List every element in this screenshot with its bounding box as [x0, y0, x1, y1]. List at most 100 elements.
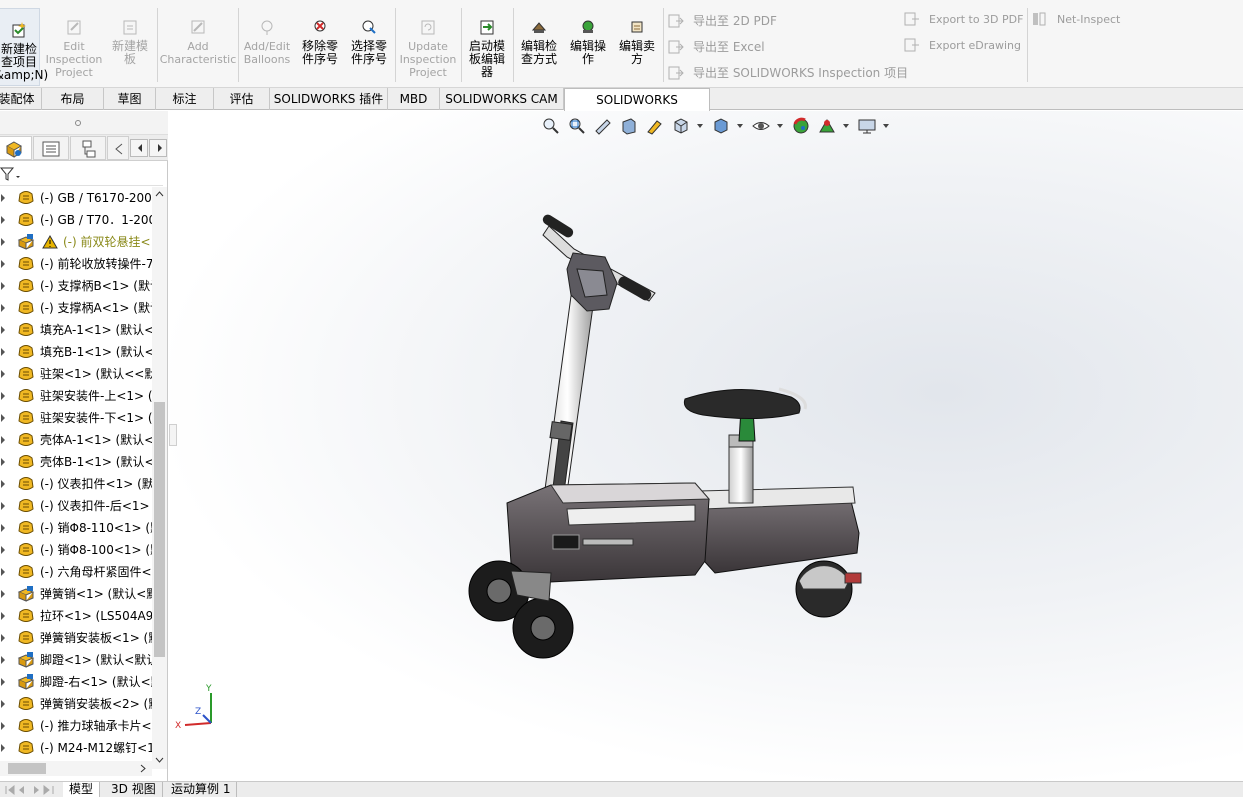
expand-arrow-icon[interactable]: [1, 304, 5, 312]
expand-arrow-icon[interactable]: [1, 546, 5, 554]
expand-arrow-icon[interactable]: [1, 612, 5, 620]
update-inspection-project-button[interactable]: Update Inspection Project: [398, 6, 458, 84]
tree-item[interactable]: 驻架安装件-上<1> (: [0, 385, 152, 407]
expand-arrow-icon[interactable]: [1, 568, 5, 576]
edit-inspection-project-button[interactable]: Edit Inspection Project: [44, 6, 104, 84]
export-excel-button[interactable]: 导出至 Excel: [668, 38, 765, 55]
view-settings-dropdown-icon[interactable]: [883, 124, 889, 128]
tab-evaluate[interactable]: 评估: [214, 88, 270, 110]
tree-item[interactable]: 脚蹬-右<1> (默认<默: [0, 671, 152, 693]
tab-property-manager[interactable]: [33, 136, 69, 160]
hide-show-dropdown-icon[interactable]: [777, 124, 783, 128]
tree-item[interactable]: (-) 销Φ8-110<1> (默: [0, 517, 152, 539]
tree-item[interactable]: 壳体A-1<1> (默认<: [0, 429, 152, 451]
display-style-dropdown-icon[interactable]: [737, 124, 743, 128]
tab-solidworks-cam[interactable]: SOLIDWORKS CAM: [440, 88, 564, 110]
panel-collapse-handle[interactable]: [169, 424, 177, 446]
tree-item[interactable]: 驻架<1> (默认<<默: [0, 363, 152, 385]
tree-item[interactable]: (-) 仪表扣件<1> (默: [0, 473, 152, 495]
section-view-icon[interactable]: [619, 116, 639, 136]
new-inspection-project-button[interactable]: 新建检 查项目 (&amp;N): [0, 8, 48, 86]
tab-more[interactable]: [107, 136, 129, 160]
expand-arrow-icon[interactable]: [1, 458, 5, 466]
display-style-icon[interactable]: [711, 116, 731, 136]
tree-item[interactable]: 驻架安装件-下<1> (: [0, 407, 152, 429]
apply-scene-icon[interactable]: [817, 116, 837, 136]
expand-arrow-icon[interactable]: [1, 656, 5, 664]
expand-arrow-icon[interactable]: [1, 436, 5, 444]
export-sw-inspection-button[interactable]: 导出至 SOLIDWORKS Inspection 项目: [668, 64, 908, 81]
tab-solidworks-inspection[interactable]: SOLIDWORKS Inspection: [564, 88, 710, 129]
previous-view-icon[interactable]: [593, 116, 613, 136]
expand-arrow-icon[interactable]: [1, 194, 5, 202]
tree-vertical-scroll-thumb[interactable]: [154, 402, 165, 657]
scroll-up-icon[interactable]: [155, 191, 164, 197]
tab-solidworks-addins[interactable]: SOLIDWORKS 插件: [270, 88, 388, 110]
expand-arrow-icon[interactable]: [1, 238, 5, 246]
tree-horizontal-scrollbar[interactable]: [0, 761, 152, 776]
zoom-to-area-icon[interactable]: [567, 116, 587, 136]
tree-item[interactable]: 填充B-1<1> (默认<: [0, 341, 152, 363]
graphics-viewport[interactable]: Y X Z: [169, 111, 1243, 781]
tree-item[interactable]: (-) 前双轮悬挂<: [0, 231, 152, 253]
tree-item[interactable]: 壳体B-1<1> (默认<: [0, 451, 152, 473]
edit-vendor-button[interactable]: 编辑卖 方: [614, 6, 660, 84]
tree-item[interactable]: (-) 支撑柄A<1> (默认: [0, 297, 152, 319]
tree-item[interactable]: (-) 六角母杆紧固件<: [0, 561, 152, 583]
filter-icon[interactable]: [0, 167, 22, 181]
expand-arrow-icon[interactable]: [1, 260, 5, 268]
edit-inspection-method-button[interactable]: 编辑检 查方式: [516, 6, 562, 84]
tree-vertical-scrollbar[interactable]: [152, 187, 167, 769]
launch-template-editor-button[interactable]: 启动模 板编辑 器: [464, 6, 510, 84]
tree-item[interactable]: (-) 支撑柄B<1> (默认: [0, 275, 152, 297]
view-orientation-icon[interactable]: [671, 116, 691, 136]
expand-arrow-icon[interactable]: [1, 282, 5, 290]
tree-item[interactable]: 填充A-1<1> (默认<: [0, 319, 152, 341]
tree-item[interactable]: 弹簧销<1> (默认<默: [0, 583, 152, 605]
expand-arrow-icon[interactable]: [1, 678, 5, 686]
tab-assembly[interactable]: 装配体: [0, 88, 42, 110]
expand-arrow-icon[interactable]: [1, 722, 5, 730]
net-inspect-button[interactable]: Net-Inspect: [1032, 12, 1120, 26]
select-balloon-sequence-button[interactable]: 选择零 件序号: [346, 6, 392, 84]
expand-arrow-icon[interactable]: [1, 326, 5, 334]
tab-layout[interactable]: 布局: [42, 88, 104, 110]
edit-operation-button[interactable]: 编辑操 作: [565, 6, 611, 84]
tree-item[interactable]: (-) GB / T6170-2000: [0, 187, 152, 209]
expand-arrow-icon[interactable]: [1, 502, 5, 510]
tree-item[interactable]: 弹簧销安装板<1> (默: [0, 627, 152, 649]
new-template-button[interactable]: 新建模 板: [106, 6, 154, 84]
expand-arrow-icon[interactable]: [1, 744, 5, 752]
scooter-3d-model[interactable]: [459, 191, 899, 671]
add-edit-balloons-button[interactable]: Add/Edit Balloons: [241, 6, 293, 84]
export-edrawing-button[interactable]: Export eDrawing: [904, 38, 1021, 52]
hide-show-items-icon[interactable]: [751, 116, 771, 136]
expand-arrow-icon[interactable]: [1, 480, 5, 488]
tab-markup[interactable]: 标注: [156, 88, 214, 110]
expand-arrow-icon[interactable]: [1, 216, 5, 224]
expand-arrow-icon[interactable]: [1, 524, 5, 532]
tab-configuration-manager[interactable]: [70, 136, 106, 160]
tab-feature-manager[interactable]: [0, 136, 32, 160]
export-3d-pdf-button[interactable]: Export to 3D PDF: [904, 12, 1023, 26]
tree-item[interactable]: 脚蹬<1> (默认<默认: [0, 649, 152, 671]
tree-horizontal-scroll-thumb[interactable]: [8, 763, 46, 774]
tree-item[interactable]: 拉环<1> (LS504A9A: [0, 605, 152, 627]
zoom-to-fit-icon[interactable]: [541, 116, 561, 136]
edit-appearance-icon[interactable]: [791, 116, 811, 136]
add-characteristic-button[interactable]: Add Characteristic: [160, 6, 236, 84]
tree-item[interactable]: (-) M24-M12螺钉<1: [0, 737, 152, 759]
tab-sketch[interactable]: 草图: [104, 88, 156, 110]
scroll-down-icon[interactable]: [155, 757, 164, 763]
view-orientation-dropdown-icon[interactable]: [697, 124, 703, 128]
remove-balloon-sequence-button[interactable]: 移除零 件序号: [297, 6, 343, 84]
expand-arrow-icon[interactable]: [1, 700, 5, 708]
view-settings-icon[interactable]: [857, 116, 877, 136]
tree-item[interactable]: 弹簧销安装板<2> (默: [0, 693, 152, 715]
dynamic-annotation-view-icon[interactable]: [645, 116, 665, 136]
tab-model[interactable]: 模型: [63, 782, 101, 797]
expand-arrow-icon[interactable]: [1, 414, 5, 422]
expand-arrow-icon[interactable]: [1, 348, 5, 356]
export-2d-pdf-button[interactable]: 导出至 2D PDF: [668, 12, 777, 29]
tree-item[interactable]: (-) 销Φ8-100<1> (默: [0, 539, 152, 561]
